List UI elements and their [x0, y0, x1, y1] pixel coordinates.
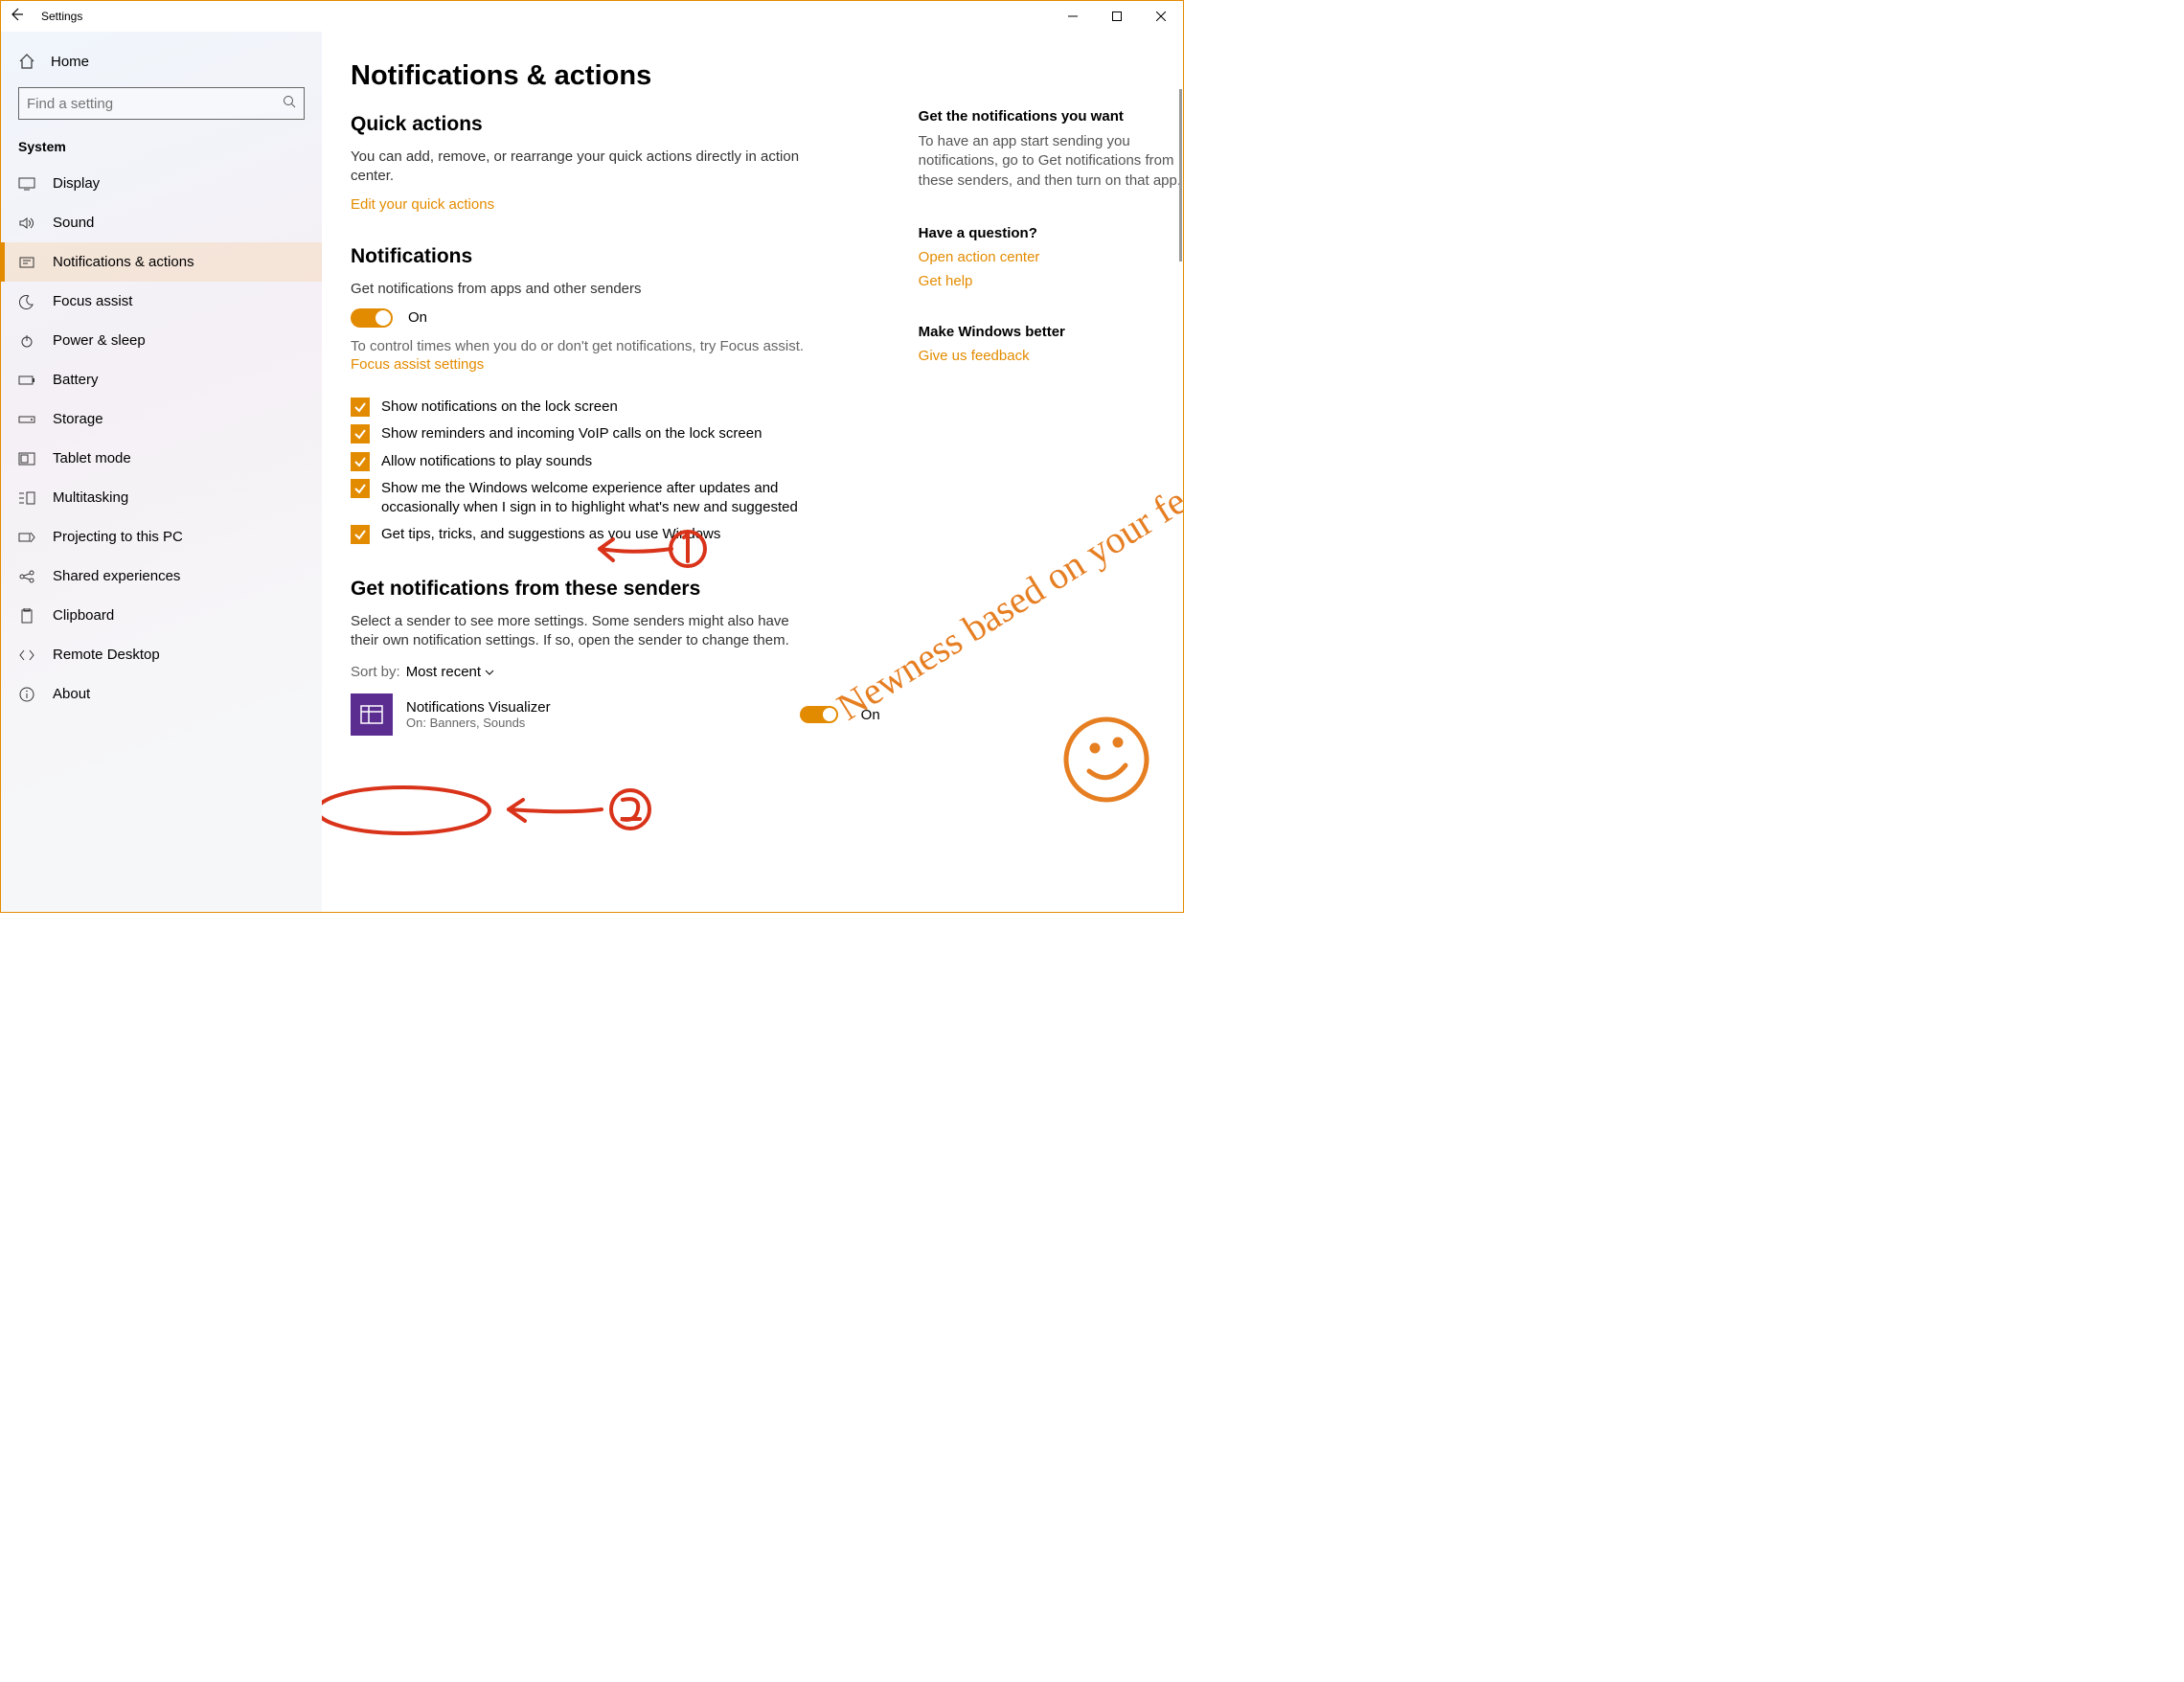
- back-icon[interactable]: [9, 7, 24, 26]
- category-label: System: [1, 135, 322, 164]
- sidebar-item-label: Clipboard: [53, 607, 114, 624]
- tablet-icon: [18, 452, 35, 466]
- notifications-toggle[interactable]: [351, 308, 393, 328]
- right-want-heading: Get the notifications you want: [919, 108, 1183, 125]
- sender-row[interactable]: Notifications Visualizer On: Banners, So…: [351, 693, 880, 736]
- clipboard-icon: [18, 608, 35, 624]
- sidebar-item-label: Battery: [53, 372, 99, 388]
- right-better-heading: Make Windows better: [919, 324, 1183, 340]
- sidebar-item-sound[interactable]: Sound: [1, 203, 322, 242]
- sender-name: Notifications Visualizer: [406, 699, 786, 716]
- sidebar-item-label: Power & sleep: [53, 332, 146, 349]
- home-icon: [18, 53, 35, 70]
- notifications-desc: To control times when you do or don't ge…: [351, 337, 880, 356]
- sender-sub: On: Banners, Sounds: [406, 716, 786, 730]
- checkbox-label: Show me the Windows welcome experience a…: [381, 479, 822, 518]
- sidebar-item-label: Multitasking: [53, 489, 128, 506]
- info-icon: [18, 687, 35, 702]
- sort-label: Sort by:: [351, 664, 400, 680]
- checkbox-label: Show notifications on the lock screen: [381, 398, 618, 417]
- minimize-button[interactable]: [1051, 1, 1095, 32]
- sidebar-item-label: Tablet mode: [53, 450, 131, 466]
- notifications-icon: [18, 256, 35, 269]
- checkbox-lock-screen[interactable]: [351, 398, 370, 417]
- sidebar-item-label: Shared experiences: [53, 568, 180, 584]
- sender-toggle[interactable]: [800, 706, 838, 723]
- quick-actions-desc: You can add, remove, or rearrange your q…: [351, 148, 810, 187]
- projecting-icon: [18, 531, 35, 544]
- scrollbar-thumb[interactable]: [1179, 89, 1182, 261]
- quick-actions-heading: Quick actions: [351, 113, 880, 136]
- sidebar-item-label: Projecting to this PC: [53, 529, 183, 545]
- sidebar-item-notifications[interactable]: Notifications & actions: [1, 242, 322, 282]
- shared-icon: [18, 570, 35, 583]
- sidebar: Home System Display Sound Notifications …: [1, 32, 322, 912]
- storage-icon: [18, 414, 35, 425]
- window-title: Settings: [41, 10, 82, 23]
- sidebar-item-focus-assist[interactable]: Focus assist: [1, 282, 322, 321]
- checkbox-label: Show reminders and incoming VoIP calls o…: [381, 424, 762, 443]
- sender-app-icon: [351, 693, 393, 736]
- sidebar-item-display[interactable]: Display: [1, 164, 322, 203]
- sidebar-item-shared[interactable]: Shared experiences: [1, 557, 322, 596]
- sidebar-item-label: Remote Desktop: [53, 647, 160, 663]
- sidebar-item-multitasking[interactable]: Multitasking: [1, 478, 322, 517]
- sidebar-item-storage[interactable]: Storage: [1, 399, 322, 439]
- maximize-button[interactable]: [1095, 1, 1139, 32]
- home-nav[interactable]: Home: [1, 41, 322, 81]
- focus-assist-link[interactable]: Focus assist settings: [351, 356, 484, 373]
- close-button[interactable]: [1139, 1, 1183, 32]
- edit-quick-actions-link[interactable]: Edit your quick actions: [351, 196, 494, 213]
- sidebar-item-tablet[interactable]: Tablet mode: [1, 439, 322, 478]
- right-panel: Get the notifications you want To have a…: [919, 60, 1183, 912]
- sidebar-item-label: Display: [53, 175, 100, 192]
- sender-state: On: [861, 707, 880, 723]
- sidebar-item-about[interactable]: About: [1, 674, 322, 714]
- home-label: Home: [51, 54, 89, 70]
- senders-desc: Select a sender to see more settings. So…: [351, 612, 810, 651]
- checkbox-sounds[interactable]: [351, 452, 370, 471]
- sound-icon: [18, 216, 35, 230]
- get-help-link[interactable]: Get help: [919, 273, 1183, 289]
- sidebar-item-battery[interactable]: Battery: [1, 360, 322, 399]
- sort-dropdown[interactable]: Most recent: [406, 664, 494, 680]
- remote-icon: [18, 648, 35, 662]
- multitasking-icon: [18, 491, 35, 505]
- checkbox-label: Get tips, tricks, and suggestions as you…: [381, 525, 720, 544]
- chevron-down-icon: [485, 670, 494, 675]
- main-content: Notifications & actions Quick actions Yo…: [351, 60, 880, 912]
- sidebar-item-label: Sound: [53, 215, 94, 231]
- sidebar-item-projecting[interactable]: Projecting to this PC: [1, 517, 322, 557]
- right-question-heading: Have a question?: [919, 225, 1183, 241]
- sidebar-item-label: Storage: [53, 411, 103, 427]
- sidebar-item-label: Notifications & actions: [53, 254, 194, 270]
- give-feedback-link[interactable]: Give us feedback: [919, 348, 1183, 364]
- open-action-center-link[interactable]: Open action center: [919, 249, 1183, 265]
- notifications-toggle-label: Get notifications from apps and other se…: [351, 280, 880, 299]
- sidebar-item-clipboard[interactable]: Clipboard: [1, 596, 322, 635]
- right-want-text: To have an app start sending you notific…: [919, 132, 1183, 191]
- sidebar-item-label: Focus assist: [53, 293, 132, 309]
- sidebar-item-power[interactable]: Power & sleep: [1, 321, 322, 360]
- checkbox-welcome[interactable]: [351, 479, 370, 498]
- sidebar-item-label: About: [53, 686, 90, 702]
- power-icon: [18, 333, 35, 349]
- search-icon: [283, 95, 296, 112]
- display-icon: [18, 177, 35, 191]
- battery-icon: [18, 375, 35, 386]
- notifications-heading: Notifications: [351, 245, 880, 268]
- sidebar-item-remote[interactable]: Remote Desktop: [1, 635, 322, 674]
- checkbox-label: Allow notifications to play sounds: [381, 452, 592, 471]
- checkbox-tips[interactable]: [351, 525, 370, 544]
- moon-icon: [18, 294, 35, 309]
- search-input[interactable]: [18, 87, 305, 120]
- checkbox-reminders[interactable]: [351, 424, 370, 443]
- toggle-state: On: [408, 309, 427, 326]
- senders-heading: Get notifications from these senders: [351, 578, 880, 601]
- page-title: Notifications & actions: [351, 60, 880, 92]
